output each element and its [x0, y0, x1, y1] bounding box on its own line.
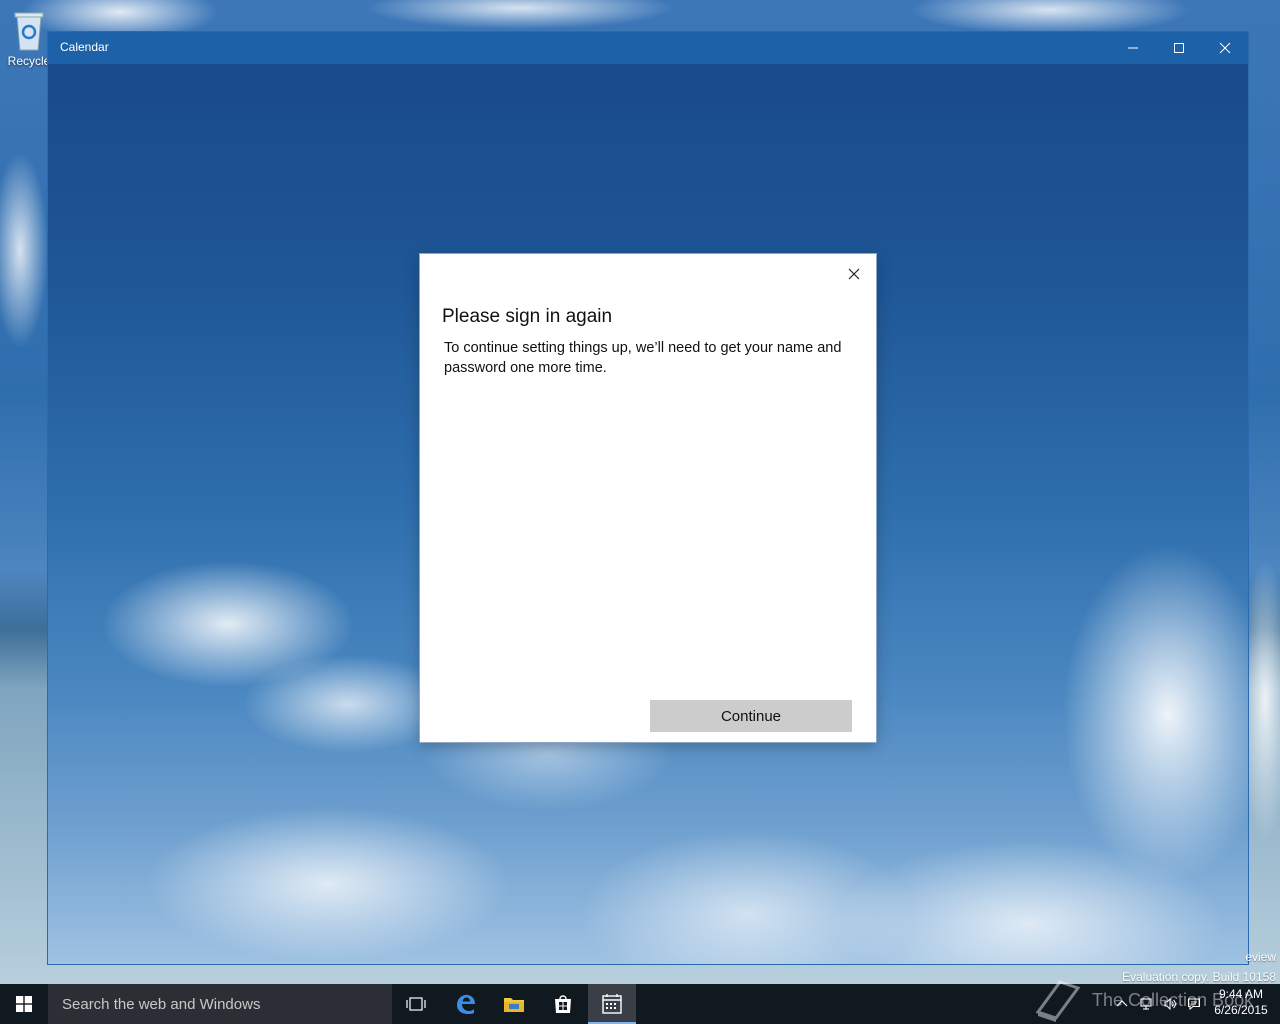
continue-button[interactable]: Continue — [650, 700, 852, 732]
store-button[interactable] — [539, 984, 587, 1024]
volume-icon — [1164, 997, 1176, 1011]
maximize-icon — [1174, 43, 1184, 53]
desktop-icon-recycle-bin[interactable]: Recycle — [4, 8, 54, 76]
edge-browser-button[interactable] — [442, 984, 490, 1024]
recycle-bin-label: Recycle — [7, 54, 51, 68]
window-titlebar[interactable]: Calendar — [48, 32, 1248, 64]
taskbar-search-box[interactable] — [48, 984, 392, 1024]
dialog-message: To continue setting things up, we’ll nee… — [444, 340, 842, 376]
message-icon — [1188, 998, 1200, 1011]
close-icon — [1219, 42, 1231, 54]
close-window-button[interactable] — [1202, 32, 1248, 64]
edge-icon — [457, 994, 475, 1014]
taskbar-clock[interactable]: 9:44 AM 6/26/2015 — [1206, 986, 1276, 1022]
network-icon — [1140, 998, 1152, 1010]
start-button[interactable] — [0, 984, 48, 1024]
calendar-taskbar-button[interactable] — [588, 984, 636, 1024]
clock-time: 9:44 AM — [1218, 987, 1264, 1001]
folder-icon — [504, 998, 524, 1012]
watermark-build-text: Evaluation copy. Build 10158 — [1122, 970, 1276, 984]
minimize-icon — [1128, 47, 1138, 49]
calendar-icon — [602, 994, 622, 1014]
dialog-title: Please sign in again — [442, 306, 613, 327]
network-button[interactable] — [1134, 984, 1158, 1024]
task-view-icon — [406, 997, 426, 1011]
minimize-button[interactable] — [1110, 32, 1156, 64]
recycle-bin-icon — [11, 8, 47, 52]
action-center-button[interactable] — [1182, 984, 1206, 1024]
system-tray — [1110, 984, 1206, 1024]
window-title: Calendar — [60, 40, 109, 54]
task-view-button[interactable] — [392, 984, 440, 1024]
dialog-close-button[interactable] — [840, 260, 868, 288]
sign-in-dialog: Please sign in again To continue setting… — [420, 254, 876, 742]
taskbar: 9:44 AM 6/26/2015 — [0, 984, 1280, 1024]
store-icon — [555, 995, 571, 1013]
maximize-button[interactable] — [1156, 32, 1202, 64]
search-input[interactable] — [60, 994, 384, 1014]
windows-logo-icon — [16, 996, 32, 1012]
show-hidden-icons-button[interactable] — [1110, 984, 1134, 1024]
close-icon — [848, 268, 860, 280]
volume-button[interactable] — [1158, 984, 1182, 1024]
file-explorer-button[interactable] — [490, 984, 538, 1024]
chevron-up-icon — [1116, 1000, 1128, 1007]
watermark-preview-text: eview — [1245, 950, 1276, 964]
clock-date: 6/26/2015 — [1214, 1003, 1268, 1017]
